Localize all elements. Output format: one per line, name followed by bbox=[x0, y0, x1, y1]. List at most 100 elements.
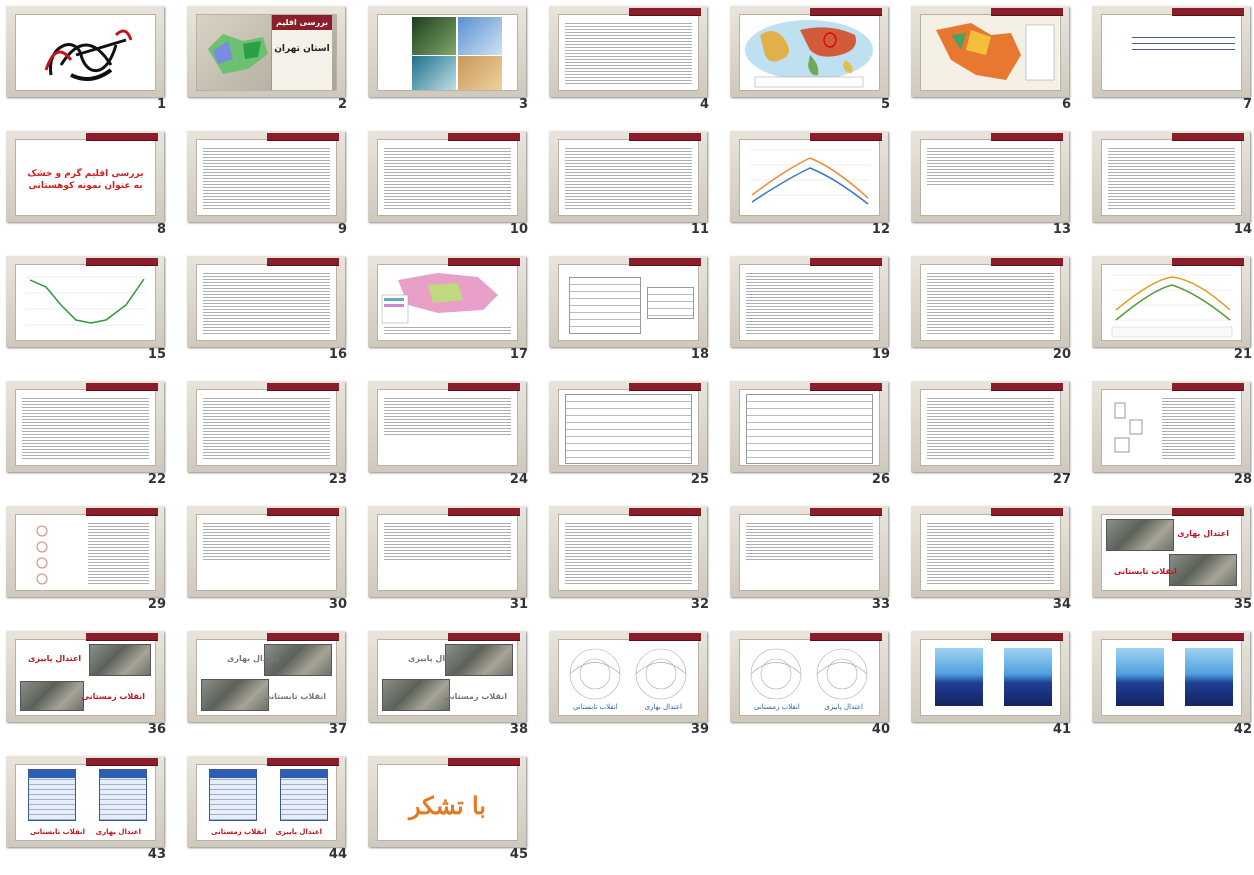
slide-preview[interactable] bbox=[1092, 131, 1250, 222]
slide-preview[interactable] bbox=[730, 381, 888, 472]
slide-thumbnail[interactable]: 22 bbox=[3, 375, 184, 500]
slide-thumbnail[interactable]: اعتدال پاییزی انقلاب زمستانی 36 bbox=[3, 625, 184, 750]
slide-thumbnail[interactable]: 10 bbox=[365, 125, 546, 250]
slide-thumbnail[interactable]: 29 bbox=[3, 500, 184, 625]
slide-preview[interactable] bbox=[549, 256, 707, 347]
slide-preview[interactable] bbox=[6, 256, 164, 347]
slide-preview[interactable]: انقلاب زمستانی اعتدال پاییزی bbox=[187, 756, 345, 847]
slide-thumbnail[interactable]: 25 bbox=[546, 375, 727, 500]
slide-thumbnail[interactable]: 24 bbox=[365, 375, 546, 500]
slide-thumbnail[interactable]: انقلاب زمستانی اعتدال پاییزی 40 bbox=[727, 625, 908, 750]
slide-thumbnail[interactable]: اعتدال بهاری انقلاب تابستانی 37 bbox=[184, 625, 365, 750]
slide-thumbnail[interactable]: 31 bbox=[365, 500, 546, 625]
slide-preview[interactable] bbox=[368, 506, 526, 597]
slide-thumbnail[interactable]: 30 bbox=[184, 500, 365, 625]
slide-thumbnail[interactable]: 42 bbox=[1089, 625, 1254, 750]
slide-preview[interactable] bbox=[187, 506, 345, 597]
slide-preview[interactable] bbox=[368, 6, 526, 97]
slide-canvas bbox=[920, 514, 1061, 591]
slide-thumbnail[interactable]: 20 bbox=[908, 250, 1089, 375]
slide-thumbnail[interactable]: اعتدال بهاری انقلاب تابستانی 35 bbox=[1089, 500, 1254, 625]
slide-preview[interactable] bbox=[911, 631, 1069, 722]
slide-canvas bbox=[920, 389, 1061, 466]
slide-thumbnail[interactable]: 27 bbox=[908, 375, 1089, 500]
slide-preview[interactable] bbox=[549, 506, 707, 597]
slide-preview[interactable] bbox=[6, 381, 164, 472]
slide-thumbnail[interactable]: 1 bbox=[3, 0, 184, 125]
slide-preview[interactable] bbox=[730, 6, 888, 97]
slide-thumbnail[interactable]: 17 bbox=[365, 250, 546, 375]
slide-thumbnail[interactable]: 9 bbox=[184, 125, 365, 250]
slide-preview[interactable] bbox=[730, 256, 888, 347]
slide-thumbnail[interactable]: بررسی اقلیم گرم و خشک به عنوان نمونه کوه… bbox=[3, 125, 184, 250]
aerial-photo bbox=[89, 644, 151, 676]
slide-preview[interactable] bbox=[187, 256, 345, 347]
slide-preview[interactable] bbox=[911, 256, 1069, 347]
slide-thumbnail[interactable]: 28 bbox=[1089, 375, 1254, 500]
slide-thumbnail[interactable]: 21 bbox=[1089, 250, 1254, 375]
slide-number: 36 bbox=[147, 722, 166, 737]
slide-thumbnail[interactable]: 26 bbox=[727, 375, 908, 500]
slide-thumbnail[interactable]: 14 bbox=[1089, 125, 1254, 250]
nature-photo bbox=[412, 56, 456, 90]
slide-preview[interactable] bbox=[1092, 256, 1250, 347]
sun-angle-table bbox=[28, 769, 76, 821]
slide-thumbnail[interactable]: اعتدال پاییزی انقلاب زمستانی 38 bbox=[365, 625, 546, 750]
slide-preview[interactable] bbox=[730, 131, 888, 222]
slide-preview[interactable]: با تشکر bbox=[368, 756, 526, 847]
slide-preview[interactable]: اعتدال بهاری انقلاب تابستانی bbox=[187, 631, 345, 722]
slide-preview[interactable]: انقلاب زمستانی اعتدال پاییزی bbox=[730, 631, 888, 722]
slide-preview[interactable] bbox=[6, 6, 164, 97]
slide-preview[interactable]: اعتدال بهاری انقلاب تابستانی bbox=[1092, 506, 1250, 597]
slide-preview[interactable] bbox=[730, 506, 888, 597]
slide-thumbnail[interactable]: 19 bbox=[727, 250, 908, 375]
slide-preview[interactable] bbox=[187, 381, 345, 472]
slide-preview[interactable]: انقلاب تابستانی اعتدال بهاری bbox=[549, 631, 707, 722]
slide-preview[interactable]: بررسی اقلیم استان تهران bbox=[187, 6, 345, 97]
slide-preview[interactable] bbox=[911, 131, 1069, 222]
slide-title-bar bbox=[810, 633, 882, 641]
slide-preview[interactable] bbox=[187, 131, 345, 222]
slide-thumbnail[interactable]: 33 bbox=[727, 500, 908, 625]
slide-thumbnail[interactable]: انقلاب تابستانی اعتدال بهاری 43 bbox=[3, 750, 184, 875]
table-caption: انقلاب زمستانی bbox=[211, 828, 267, 836]
slide-preview[interactable] bbox=[1092, 631, 1250, 722]
slide-thumbnail[interactable]: 12 bbox=[727, 125, 908, 250]
slide-preview[interactable] bbox=[368, 131, 526, 222]
slide-thumbnail[interactable]: با تشکر 45 bbox=[365, 750, 546, 875]
slide-thumbnail[interactable]: بررسی اقلیم استان تهران 2 bbox=[184, 0, 365, 125]
slide-preview[interactable] bbox=[1092, 381, 1250, 472]
slide-preview[interactable] bbox=[6, 506, 164, 597]
slide-thumbnail[interactable]: 16 bbox=[184, 250, 365, 375]
slide-preview[interactable] bbox=[911, 6, 1069, 97]
slide-preview[interactable]: اعتدال پاییزی انقلاب زمستانی bbox=[368, 631, 526, 722]
slide-preview[interactable] bbox=[1092, 6, 1250, 97]
slide-thumbnail[interactable]: 4 bbox=[546, 0, 727, 125]
slide-preview[interactable] bbox=[368, 256, 526, 347]
slide-preview[interactable] bbox=[368, 381, 526, 472]
slide-thumbnail[interactable]: 32 bbox=[546, 500, 727, 625]
slide-preview[interactable] bbox=[549, 381, 707, 472]
slide-preview[interactable]: انقلاب تابستانی اعتدال بهاری bbox=[6, 756, 164, 847]
slide-preview[interactable]: اعتدال پاییزی انقلاب زمستانی bbox=[6, 631, 164, 722]
slide-thumbnail[interactable]: 34 bbox=[908, 500, 1089, 625]
slide-canvas bbox=[1101, 389, 1242, 466]
slide-thumbnail[interactable]: 23 bbox=[184, 375, 365, 500]
slide-thumbnail[interactable]: 5 bbox=[727, 0, 908, 125]
slide-preview[interactable] bbox=[911, 381, 1069, 472]
slide-preview[interactable] bbox=[549, 131, 707, 222]
slide-thumbnail[interactable]: 3 bbox=[365, 0, 546, 125]
slide-thumbnail[interactable]: 7 bbox=[1089, 0, 1254, 125]
slide-thumbnail[interactable]: 18 bbox=[546, 250, 727, 375]
slide-preview[interactable]: بررسی اقلیم گرم و خشک به عنوان نمونه کوه… bbox=[6, 131, 164, 222]
slide-thumbnail[interactable]: 11 bbox=[546, 125, 727, 250]
slide-thumbnail[interactable]: انقلاب تابستانی اعتدال بهاری 39 bbox=[546, 625, 727, 750]
slide-thumbnail[interactable]: 6 bbox=[908, 0, 1089, 125]
slide-thumbnail[interactable]: 15 bbox=[3, 250, 184, 375]
slide-thumbnail[interactable]: 13 bbox=[908, 125, 1089, 250]
slide-thumbnail[interactable]: انقلاب زمستانی اعتدال پاییزی 44 bbox=[184, 750, 365, 875]
slide-thumbnail[interactable]: 41 bbox=[908, 625, 1089, 750]
slide-canvas bbox=[196, 264, 337, 341]
slide-preview[interactable] bbox=[549, 6, 707, 97]
slide-preview[interactable] bbox=[911, 506, 1069, 597]
